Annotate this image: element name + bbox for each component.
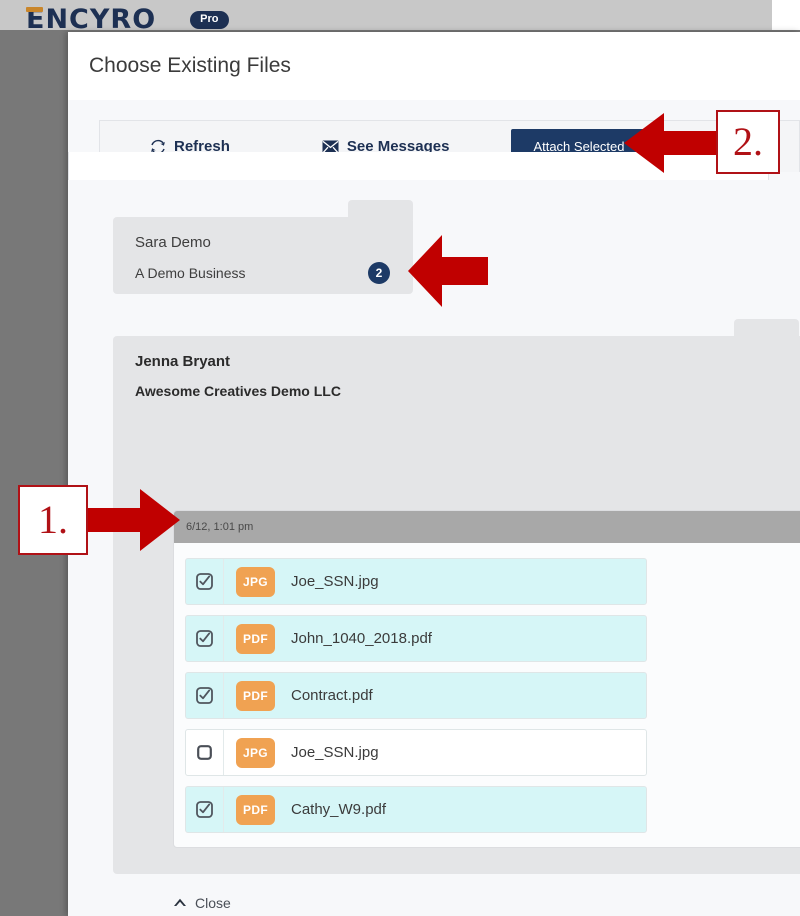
file-name: Joe_SSN.jpg bbox=[291, 573, 379, 590]
checkbox-unchecked-icon bbox=[197, 745, 212, 760]
folder-tab bbox=[734, 319, 799, 339]
file-row[interactable]: PDF Cathy_W9.pdf bbox=[185, 786, 647, 833]
annotation-number: 2. bbox=[733, 119, 763, 164]
file-checkbox[interactable] bbox=[186, 730, 224, 775]
checkbox-checked-icon bbox=[196, 801, 213, 818]
file-row[interactable]: JPG Joe_SSN.jpg bbox=[185, 558, 647, 605]
arrow-left-icon bbox=[408, 235, 488, 312]
file-checkbox[interactable] bbox=[186, 559, 224, 604]
chevron-up-icon bbox=[173, 894, 187, 912]
modal-header: Choose Existing Files bbox=[68, 32, 800, 100]
logo-accent-bar bbox=[26, 7, 43, 12]
brand-logo[interactable]: ENCYRO Pro bbox=[26, 6, 229, 30]
checkbox-checked-icon bbox=[196, 630, 213, 647]
contact-organization: Awesome Creatives Demo LLC bbox=[135, 383, 341, 399]
file-name: Cathy_W9.pdf bbox=[291, 801, 387, 818]
modal-title: Choose Existing Files bbox=[89, 54, 291, 77]
file-checkbox[interactable] bbox=[186, 787, 224, 832]
file-type-badge: JPG bbox=[236, 737, 275, 768]
annotation-marker-2: 2. bbox=[716, 110, 780, 174]
checkbox-checked-icon bbox=[196, 573, 213, 590]
contact-name: Jenna Bryant bbox=[135, 353, 231, 370]
file-checkbox[interactable] bbox=[186, 673, 224, 718]
contact-org-row: A Demo Business 2 bbox=[135, 262, 390, 284]
contact-card-jenna-bryant[interactable]: Jenna Bryant Awesome Creatives Demo LLC … bbox=[113, 319, 800, 911]
file-type-badge: JPG bbox=[236, 566, 275, 597]
unread-count-badge: 2 bbox=[368, 262, 390, 284]
file-type-badge: PDF bbox=[236, 680, 275, 711]
file-list: JPG Joe_SSN.jpg PDF John_1040_2018.pdf P… bbox=[174, 543, 800, 847]
logo-text: ENCYRO bbox=[26, 4, 157, 30]
file-row[interactable]: PDF John_1040_2018.pdf bbox=[185, 615, 647, 662]
folder-tab bbox=[348, 200, 413, 220]
message-date-bar: 6/12, 1:01 pm bbox=[174, 511, 800, 543]
file-row[interactable]: JPG Joe_SSN.jpg bbox=[185, 729, 647, 776]
contact-card-sara-demo[interactable]: Sara Demo A Demo Business 2 bbox=[113, 200, 413, 294]
file-type-badge: PDF bbox=[236, 794, 275, 825]
annotation-number: 1. bbox=[38, 497, 68, 542]
app-header: ENCYRO Pro bbox=[0, 0, 772, 30]
file-name: John_1040_2018.pdf bbox=[291, 630, 432, 647]
page-root: ENCYRO Pro Choose Existing Files Refresh… bbox=[0, 0, 800, 916]
pro-badge: Pro bbox=[190, 10, 229, 29]
contact-organization: A Demo Business bbox=[135, 265, 246, 281]
annotation-marker-1: 1. bbox=[18, 485, 88, 555]
file-name: Contract.pdf bbox=[291, 687, 373, 704]
arrow-left-icon bbox=[624, 113, 720, 178]
file-name: Joe_SSN.jpg bbox=[291, 744, 379, 761]
contact-name: Sara Demo bbox=[135, 234, 211, 251]
close-label: Close bbox=[195, 895, 231, 911]
file-row[interactable]: PDF Contract.pdf bbox=[185, 672, 647, 719]
arrow-right-icon bbox=[84, 489, 180, 556]
close-link[interactable]: Close bbox=[173, 894, 231, 912]
checkbox-checked-icon bbox=[196, 687, 213, 704]
file-type-badge: PDF bbox=[236, 623, 275, 654]
file-checkbox[interactable] bbox=[186, 616, 224, 661]
message-timestamp: 6/12, 1:01 pm bbox=[186, 521, 254, 533]
message-panel: 6/12, 1:01 pm JPG Joe_SSN.jpg PDF John_1… bbox=[173, 510, 800, 848]
